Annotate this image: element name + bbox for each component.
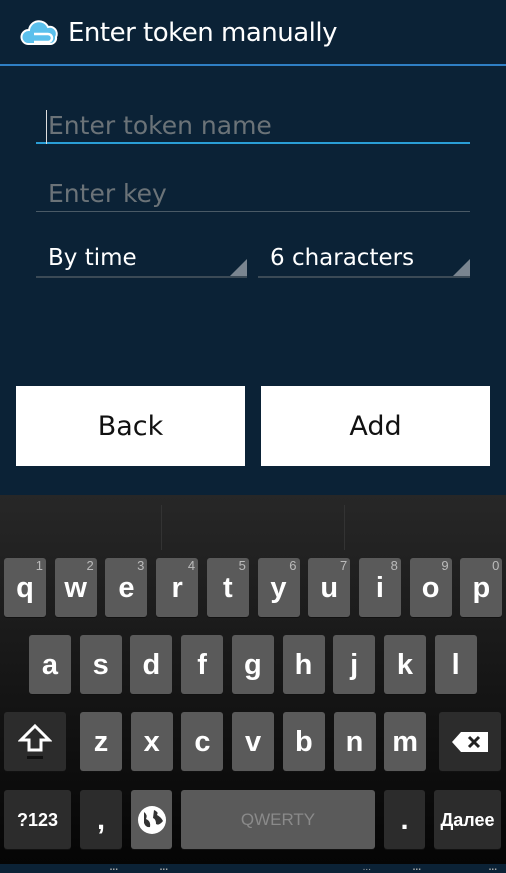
key-label: h: [294, 649, 313, 681]
cloud-key-icon: [20, 20, 58, 45]
key-c[interactable]: c: [181, 712, 224, 771]
key-hint: 8: [390, 558, 398, 573]
key-u[interactable]: u7: [308, 558, 351, 617]
key-q[interactable]: q1: [4, 558, 46, 617]
shift-icon: [17, 723, 53, 759]
more-indicator: ...: [362, 862, 371, 873]
key-label: Далее: [440, 810, 495, 830]
key-t[interactable]: t5: [206, 558, 249, 617]
keyboard: q 1 w 2 e 3 r 4 t 5 y 6 u 7 i 8 o 9 p 0 a s d f g h j k l z x c v b n m ?123…: [0, 495, 506, 873]
more-indicator: ...: [488, 862, 497, 873]
key-label: i: [375, 572, 384, 604]
key-label: c: [194, 726, 211, 758]
type-select[interactable]: By time: [36, 240, 247, 278]
type-select-value: By time: [48, 245, 137, 271]
more-indicator: ...: [109, 862, 118, 873]
suggestion-divider: [344, 505, 345, 550]
suggestion-divider: [161, 505, 162, 550]
key-j[interactable]: j: [333, 635, 376, 694]
key-hint: 0: [492, 558, 500, 573]
key-label: p: [472, 572, 491, 604]
key-n[interactable]: n: [333, 712, 376, 771]
key-label: x: [143, 726, 160, 758]
language-key[interactable]: ...: [131, 790, 172, 873]
key-w[interactable]: w2: [54, 558, 97, 617]
add-button[interactable]: Add: [261, 386, 490, 466]
key-g[interactable]: g: [231, 635, 274, 694]
delete-key[interactable]: [439, 712, 501, 771]
key-hint: 5: [238, 558, 246, 573]
key-label: ?123: [16, 810, 59, 830]
key-hint: 4: [187, 558, 196, 573]
token-name-input[interactable]: Enter token name: [36, 108, 470, 144]
comma-key[interactable]: ,...: [80, 790, 122, 873]
key-r[interactable]: r4: [156, 558, 199, 617]
key-label: q: [16, 572, 34, 604]
key-hint: 6: [289, 558, 297, 573]
key-label: w: [64, 572, 87, 604]
shift-key[interactable]: [4, 712, 66, 771]
key-i[interactable]: i8: [358, 558, 401, 617]
key-label: ,: [96, 804, 106, 836]
key-o[interactable]: o9: [409, 558, 452, 617]
key-label: u: [320, 572, 339, 604]
back-button[interactable]: Back: [16, 386, 245, 466]
page-title: Enter token manually: [68, 18, 338, 48]
key-label: b: [294, 726, 313, 758]
key-label: v: [245, 726, 262, 758]
key-a[interactable]: a: [29, 635, 71, 694]
key-label: a: [41, 649, 59, 681]
more-indicator: ...: [159, 862, 168, 873]
key-y[interactable]: y6: [257, 558, 300, 617]
key-z[interactable]: z: [80, 712, 122, 771]
length-select-value: 6 characters: [270, 245, 415, 271]
globe-icon: [137, 806, 166, 834]
dropdown-arrow-icon: [230, 259, 247, 276]
more-indicator: ...: [412, 862, 421, 873]
key-label: g: [243, 649, 262, 681]
key-e[interactable]: e3: [105, 558, 148, 617]
key-h[interactable]: h: [282, 635, 325, 694]
key-hint: 2: [86, 558, 94, 573]
key-f[interactable]: f: [181, 635, 224, 694]
key-label: z: [93, 726, 109, 758]
key-label: QWERTY: [240, 810, 316, 829]
key-label: s: [92, 649, 109, 681]
key-p[interactable]: p0: [460, 558, 503, 617]
key-label: n: [345, 726, 364, 758]
action-bar: Enter token manually: [0, 0, 506, 66]
key-label: t: [222, 572, 233, 604]
key-x[interactable]: x: [130, 712, 173, 771]
key-label: o: [421, 572, 440, 604]
key-label: d: [142, 649, 161, 681]
symbols-key[interactable]: ?123: [4, 790, 71, 849]
key-label: k: [396, 649, 413, 681]
key-label: j: [350, 649, 359, 681]
length-select[interactable]: 6 characters: [258, 240, 470, 278]
key-v[interactable]: v: [232, 712, 275, 771]
next-key[interactable]: Далее...: [434, 790, 501, 873]
key-label: m: [392, 726, 419, 758]
key-hint: 7: [339, 558, 348, 573]
key-input[interactable]: Enter key: [36, 176, 470, 212]
key-label: r: [171, 572, 183, 604]
period-key[interactable]: ....: [384, 790, 425, 873]
key-hint: 1: [35, 558, 43, 573]
key-s[interactable]: s: [79, 635, 122, 694]
key-k[interactable]: k: [383, 635, 426, 694]
key-l[interactable]: l: [434, 635, 477, 694]
key-label: f: [197, 649, 207, 681]
key-d[interactable]: d: [130, 635, 173, 694]
key-label: e: [118, 572, 135, 604]
key-label: y: [270, 572, 287, 604]
space-key[interactable]: QWERTY...: [181, 790, 375, 873]
key-label: l: [451, 649, 460, 681]
dropdown-arrow-icon: [453, 259, 470, 276]
key-b[interactable]: b: [282, 712, 325, 771]
key-hint: 9: [441, 558, 449, 573]
key-m[interactable]: m: [384, 712, 427, 771]
key-label: .: [400, 804, 409, 836]
backspace-icon: [452, 732, 488, 752]
key-hint: 3: [137, 558, 145, 573]
